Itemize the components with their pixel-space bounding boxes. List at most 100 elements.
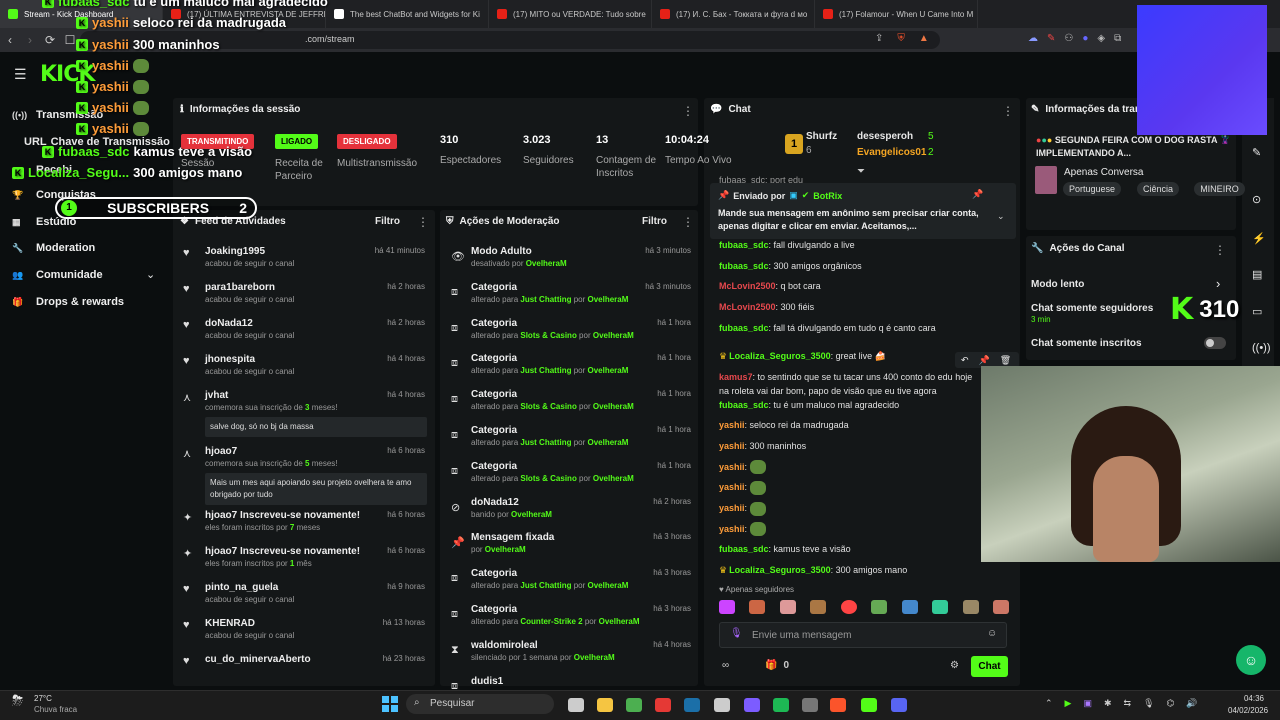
- moderation-item[interactable]: ⧈ Categoria alterado para Just Chatting po…: [449, 282, 697, 304]
- send-chat-button[interactable]: Chat: [971, 656, 1008, 677]
- moderation-filter-button[interactable]: Filtro: [642, 216, 667, 227]
- chat-message[interactable]: fubaas_sdc: fall tá divulgando em tudo q…: [719, 321, 979, 335]
- sidebar-item-moderation[interactable]: 🔧 Moderation: [12, 242, 95, 254]
- browser-tab[interactable]: The best ChatBot and Widgets for Ki: [326, 0, 489, 28]
- feed-item[interactable]: ♥ KHENRAD acabou de seguir o canal há 13 ho…: [183, 618, 433, 640]
- category-name[interactable]: Apenas Conversa: [1064, 167, 1144, 178]
- opera-icon[interactable]: [655, 698, 671, 712]
- chat-message[interactable]: yashii:: [719, 522, 979, 537]
- comunidade-chevron-icon[interactable]: ⌄: [146, 268, 155, 281]
- browser-tab[interactable]: (17) MITO ou VERDADE: Tudo sobre: [489, 0, 652, 28]
- feed-item[interactable]: ♥ pinto_na_guela acabou de seguir o canal h…: [183, 582, 433, 604]
- moderation-item[interactable]: ⧈ Categoria alterado para Slots & Casino p…: [449, 461, 697, 483]
- feed-item[interactable]: ♥ doNada12 acabou de seguir o canal há 2 ho…: [183, 318, 433, 340]
- sidebar-item-comunidade[interactable]: 👥 Comunidade: [12, 269, 103, 281]
- tray-app-icon[interactable]: ▣: [1083, 698, 1092, 709]
- forward-icon[interactable]: ›: [20, 33, 40, 47]
- chat-message[interactable]: yashii:: [719, 480, 979, 495]
- channel-actions-menu-icon[interactable]: ⋮: [1214, 243, 1226, 257]
- chat-message[interactable]: fubaas_sdc: kamus teve a visão: [719, 542, 979, 556]
- chat-message[interactable]: fubaas_sdc: fall divulgando a live: [719, 238, 979, 252]
- spotify-icon[interactable]: [773, 698, 789, 712]
- mic-icon[interactable]: 🎙: [730, 628, 743, 639]
- clock[interactable]: 04:36 04/02/2026: [1228, 694, 1268, 715]
- leaderboard-entry[interactable]: Evangelicos01 2: [857, 147, 934, 158]
- document-icon[interactable]: ▤: [1252, 268, 1262, 281]
- chat-message[interactable]: yashii: seloco rei da madrugada: [719, 418, 979, 432]
- broadcast-rail-icon[interactable]: ((•)): [1252, 342, 1271, 354]
- chat-message[interactable]: fubaas_sdc: 300 amigos orgânicos: [719, 259, 979, 273]
- extension-icon[interactable]: ⚇: [1064, 33, 1073, 44]
- mic-tray-icon[interactable]: 🎙: [1143, 698, 1154, 709]
- chat-message[interactable]: ♛ Localiza_Seguros_3500: great live 🍰: [719, 349, 979, 363]
- steam-icon[interactable]: [684, 698, 700, 712]
- chat-settings-icon[interactable]: ⚙: [950, 660, 959, 671]
- emote[interactable]: [810, 600, 827, 614]
- points-display[interactable]: 🎁 0: [765, 660, 789, 671]
- back-icon[interactable]: ‹: [0, 33, 20, 47]
- emote[interactable]: [719, 600, 735, 614]
- moderation-item[interactable]: ⧈ Categoria alterado para Just Chatting po…: [449, 568, 697, 590]
- subscribers-only-toggle[interactable]: [1204, 337, 1226, 349]
- app-grid-icon[interactable]: [744, 698, 760, 712]
- leaderboard-entry[interactable]: Shurfz 6: [806, 131, 837, 156]
- weather-temp[interactable]: 27°C: [34, 694, 52, 703]
- app-icon[interactable]: [802, 698, 818, 712]
- emote[interactable]: [779, 600, 796, 614]
- emote[interactable]: [962, 600, 979, 614]
- feed-item[interactable]: ♥ jhonespita acabou de seguir o canal há 4 …: [183, 354, 433, 376]
- help-chat-icon[interactable]: ☺: [1236, 645, 1266, 675]
- folder-icon[interactable]: [597, 698, 613, 712]
- sidebar-item-drops-rewards[interactable]: 🎁 Drops & rewards: [12, 296, 124, 308]
- discord-icon[interactable]: [891, 698, 907, 712]
- subscribers-only-item[interactable]: Chat somente inscritos: [1031, 338, 1142, 349]
- moderation-item[interactable]: ⊘ doNada12 banido por OvelheraM há 2 horas: [449, 497, 697, 519]
- chat-message[interactable]: yashii:: [719, 460, 979, 475]
- emote[interactable]: [901, 600, 918, 614]
- emote[interactable]: [871, 600, 888, 614]
- feed-item[interactable]: ⋏ jvhat comemora sua inscrição de 3 meses!…: [183, 390, 433, 437]
- file-explorer-icon[interactable]: [568, 698, 584, 712]
- infinity-icon[interactable]: ∞: [722, 660, 729, 671]
- moderation-item[interactable]: ⧈ Categoria alterado para Slots & Casino p…: [449, 389, 697, 411]
- leaderboard-entry[interactable]: desesperoh 5: [857, 131, 934, 142]
- followers-only-item[interactable]: Chat somente seguidores: [1031, 303, 1153, 314]
- chat-message[interactable]: McLovin2500: q bot cara: [719, 279, 979, 293]
- chat-message[interactable]: McLovin2500: 300 fiéis: [719, 300, 979, 314]
- brave-icon[interactable]: [830, 698, 846, 712]
- extension-icon[interactable]: ✎: [1047, 33, 1055, 44]
- hamburger-icon[interactable]: ☰: [14, 66, 27, 83]
- sidebar-item-conquistas[interactable]: 🏆 Conquistas: [12, 189, 96, 201]
- delete-icon[interactable]: 🗑: [1000, 355, 1011, 366]
- feed-item[interactable]: ♥ Joaking1995 acabou de seguir o canal há 4…: [183, 246, 433, 268]
- unpin-icon[interactable]: 📌: [972, 189, 983, 200]
- moderation-item[interactable]: ⧈ Categoria alterado para Just Chatting po…: [449, 425, 697, 447]
- feed-item[interactable]: ✦ hjoao7 Inscreveu-se novamente! eles fora…: [183, 510, 433, 532]
- emoji-picker-icon[interactable]: ☺: [987, 628, 997, 639]
- extension-icon[interactable]: ⧉: [1114, 33, 1121, 44]
- moderation-menu-icon[interactable]: ⋮: [682, 215, 694, 229]
- tray-app-icon[interactable]: ▶: [1065, 698, 1072, 709]
- share-icon[interactable]: ⇪: [875, 33, 883, 44]
- network-icon[interactable]: ⌬: [1167, 698, 1175, 709]
- windows-start-icon[interactable]: [382, 696, 398, 712]
- sidebar-item-est-dio[interactable]: ▦ Estúdio: [12, 216, 76, 228]
- moderation-item[interactable]: ⧈ Categoria alterado para Slots & Casino p…: [449, 318, 697, 340]
- volume-icon[interactable]: 🔊: [1186, 698, 1197, 709]
- browser-tab[interactable]: (17) И. С. Бах - Токката и фуга d мо: [652, 0, 815, 28]
- chevron-right-icon[interactable]: ›: [1216, 276, 1220, 291]
- feed-item[interactable]: ✦ hjoao7 Inscreveu-se novamente! eles fora…: [183, 546, 433, 568]
- brave-shield-icon[interactable]: ⛨: [897, 33, 905, 44]
- emote[interactable]: [992, 600, 1009, 614]
- lightning-icon[interactable]: ⚡: [1252, 232, 1266, 245]
- weather-icon[interactable]: ⛈: [12, 692, 23, 709]
- extension-icon[interactable]: ●: [1082, 33, 1088, 44]
- tray-app-icon[interactable]: ⇆: [1124, 698, 1132, 709]
- chat-rail-icon[interactable]: ▭: [1252, 305, 1262, 318]
- tray-app-icon[interactable]: ✱: [1104, 698, 1112, 709]
- reload-icon[interactable]: ⟳: [40, 33, 60, 47]
- slow-mode-item[interactable]: Modo lento: [1031, 279, 1084, 290]
- emote[interactable]: [749, 600, 766, 614]
- feed-item[interactable]: ♥ cu_do_minervaAberto há 23 horas: [183, 654, 433, 667]
- tray-chevron-icon[interactable]: ⌃: [1045, 698, 1053, 709]
